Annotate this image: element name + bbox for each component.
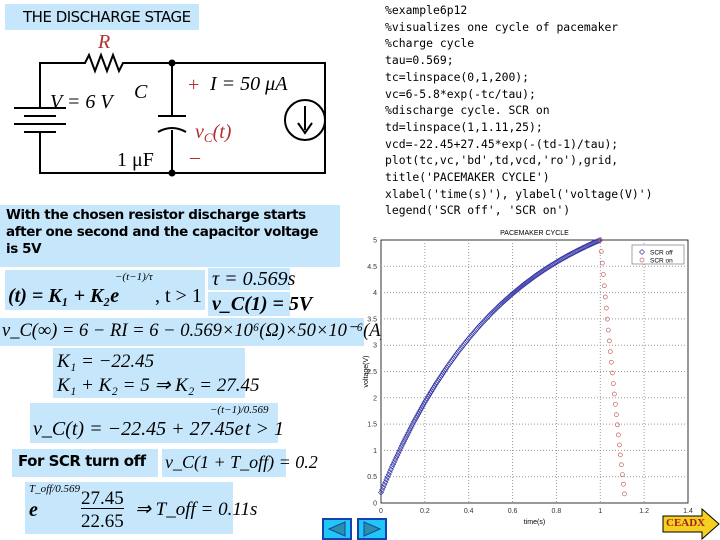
resistor-label: R bbox=[97, 31, 110, 53]
goto-button[interactable]: CEADX bbox=[662, 508, 720, 540]
x-axis-label: time(s) bbox=[524, 519, 545, 526]
current-source-label: I = 50 μA bbox=[209, 73, 288, 95]
equation-toff-condition: v_C(1 + T_off) = 0.2 bbox=[162, 449, 318, 477]
pacemaker-chart: 0 0.2 0.4 0.6 0.8 1 1.2 1.400.511.522.533.544.5… bbox=[363, 230, 693, 526]
equation-final-value: v_C(∞) = 6 − RI = 6 − 0.569×10⁶(Ω)×50×10… bbox=[0, 318, 387, 346]
equation-constants: K₁ = −22.45 K₁ + K₂ = 5 ⇒ K₂ = 27.45 bbox=[53, 348, 260, 398]
chart-title: PACEMAKER CYCLE bbox=[500, 230, 569, 237]
y-tick-label: 1 bbox=[373, 448, 377, 455]
x-tick-label: 0 bbox=[379, 508, 383, 515]
capacitance-label: 1 μF bbox=[117, 149, 154, 171]
rc-circuit-diagram: R V = 6 V C + vC(t) – 1 μF I = 50 μA bbox=[14, 31, 326, 177]
code-line: tc=linspace(0,1,200); bbox=[385, 69, 530, 84]
eq-solution-exponent: −(t−1)/0.569 bbox=[210, 404, 269, 416]
triangle-left-icon bbox=[327, 521, 346, 537]
eq-final-denominator: 22.65 bbox=[81, 511, 124, 532]
y-tick-label: 5 bbox=[373, 238, 377, 245]
code-line: xlabel('time(s)'), ylabel('voltage(V)') bbox=[385, 186, 653, 201]
code-line: %example6p12 bbox=[385, 3, 468, 17]
scr-turnoff-label: For SCR turn off bbox=[12, 449, 158, 477]
code-line: %visualizes one cycle of pacemaker bbox=[385, 19, 619, 34]
y-tick-label: 4.5 bbox=[367, 264, 377, 271]
capacitor-label: C bbox=[134, 81, 148, 103]
eq-final-exponent: T_off/0.569 bbox=[29, 483, 81, 495]
y-tick-label: 0 bbox=[373, 501, 377, 508]
y-tick-label: 0.5 bbox=[367, 474, 377, 481]
eq-solution-body: v_C(t) = −22.45 + 27.45e bbox=[33, 418, 244, 440]
code-line: %discharge cycle. SCR on bbox=[385, 103, 550, 118]
code-line: vc=6-5.8*exp(-tc/tau); bbox=[385, 86, 536, 101]
eq-final-numerator: 27.45 bbox=[81, 488, 124, 509]
code-line: title('PACEMAKER CYCLE') bbox=[385, 170, 550, 185]
legend-label: SCR off bbox=[650, 250, 673, 257]
eq-general-body: (t) = K₁ + K₂e bbox=[8, 285, 120, 307]
slide: THE DISCHARGE STAGE R V = 6 V C + vC(t) … bbox=[0, 0, 720, 540]
code-line: %charge cycle bbox=[385, 36, 475, 51]
eq-solution-condition: t > 1 bbox=[245, 418, 285, 440]
voltage-source-label: V = 6 V bbox=[50, 91, 115, 113]
x-tick-label: 0.4 bbox=[464, 508, 474, 515]
y-tick-label: 4 bbox=[373, 290, 377, 297]
slide-title: THE DISCHARGE STAGE bbox=[5, 4, 199, 30]
equation-vc-solution: v_C(t) = −22.45 + 27.45e −(t−1)/0.569 t > … bbox=[30, 403, 284, 443]
x-tick-label: 1 bbox=[598, 508, 602, 515]
vc-label: vC(t) bbox=[195, 121, 232, 145]
code-line: td=linspace(1,1.11,25); bbox=[385, 119, 543, 134]
code-line: tau=0.569; bbox=[385, 53, 454, 68]
triangle-right-icon bbox=[363, 521, 382, 537]
plus-sign: + bbox=[188, 74, 199, 96]
eq-general-exponent: −(t−1)/τ bbox=[115, 271, 153, 283]
equation-general: (t) = K₁ + K₂e −(t−1)/τ, t > 1 bbox=[5, 270, 205, 310]
goto-label: CEADX bbox=[666, 517, 706, 529]
code-line: plot(tc,vc,'bd',td,vcd,'ro'),grid, bbox=[385, 153, 619, 168]
x-tick-label: 0.6 bbox=[508, 508, 518, 515]
equation-tau: τ = 0.569s bbox=[208, 268, 295, 290]
next-slide-button[interactable] bbox=[357, 518, 387, 540]
eq-final-lhs: e bbox=[29, 499, 38, 521]
y-tick-label: 3 bbox=[373, 343, 377, 350]
y-tick-label: 1.5 bbox=[367, 422, 377, 429]
minus-sign: – bbox=[189, 146, 201, 168]
y-tick-label: 3.5 bbox=[367, 316, 377, 323]
x-tick-label: 1.2 bbox=[639, 508, 649, 515]
equation-toff-result: T_off/0.569 e 27.45 22.65 ⇒ T_off = 0.11… bbox=[25, 482, 257, 534]
eq-k2: K₁ + K₂ = 5 ⇒ K₂ = 27.45 bbox=[57, 375, 260, 396]
matlab-code: %example6p12 %visualizes one cycle of pac… bbox=[385, 2, 652, 219]
x-tick-label: 0.8 bbox=[552, 508, 562, 515]
description-text: With the chosen resistor discharge start… bbox=[0, 205, 340, 267]
y-axis-label: voltage(V) bbox=[363, 356, 370, 388]
legend-label: SCR on bbox=[650, 258, 673, 265]
x-tick-label: 0.2 bbox=[420, 508, 430, 515]
code-line: legend('SCR off', 'SCR on') bbox=[385, 203, 571, 218]
eq-k1: K₁ = −22.45 bbox=[57, 351, 155, 372]
eq-final-rhs: ⇒ T_off = 0.11s bbox=[135, 499, 258, 520]
equation-vc1: v_C(1) = 5V bbox=[208, 292, 312, 316]
previous-slide-button[interactable] bbox=[322, 518, 352, 540]
y-tick-label: 2 bbox=[373, 395, 377, 402]
eq-general-condition: , t > 1 bbox=[155, 285, 202, 307]
code-line: vcd=-22.45+27.45*exp(-(td-1)/tau); bbox=[385, 136, 619, 151]
